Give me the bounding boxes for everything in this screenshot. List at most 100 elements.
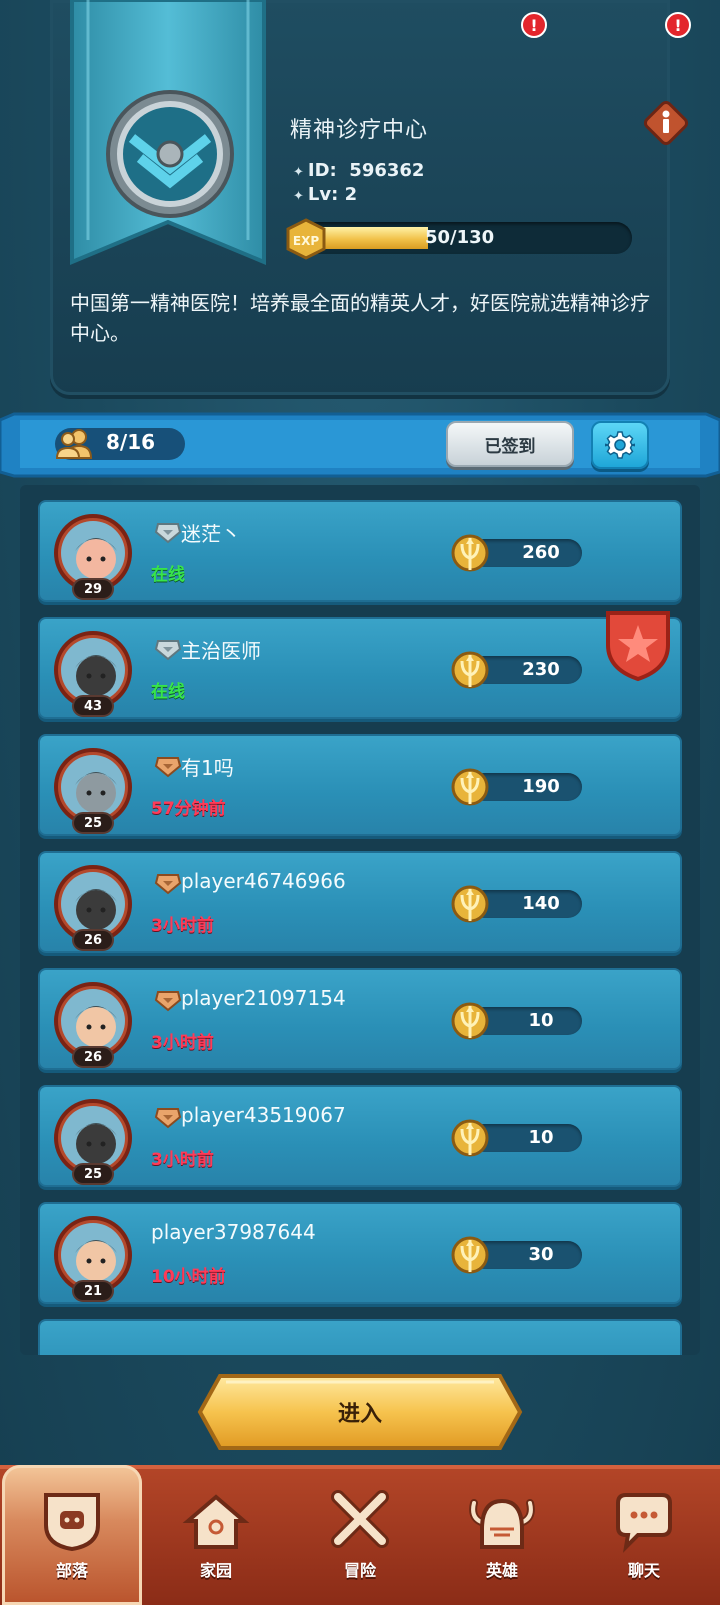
trident-points-icon [451, 885, 489, 923]
exp-label: EXP [293, 234, 319, 248]
rank-icon [154, 1108, 182, 1129]
member-points: 10 [528, 1127, 554, 1148]
member-name: player37987644 [151, 1220, 316, 1244]
tribe-emblem [104, 88, 236, 220]
crossed-swords-icon [331, 1490, 389, 1548]
member-name: player21097154 [181, 986, 346, 1010]
nav-chat-label: 聊天 [627, 1561, 660, 1580]
level-badge: 21 [72, 1280, 114, 1302]
nav-tribe[interactable]: 部落 [2, 1465, 142, 1605]
heroes-alert-badge: ! [521, 12, 547, 38]
diamond-icon: ✦ [293, 165, 304, 180]
member-name: player46746966 [181, 869, 346, 893]
portrait-icon [61, 1106, 125, 1170]
member-points: 260 [522, 542, 560, 563]
member-row[interactable]: 25 有1吗 57分钟前 190 [38, 734, 682, 836]
chat-bubble-icon [616, 1493, 672, 1553]
info-button[interactable] [641, 98, 691, 148]
tribe-id-value: 596362 [349, 160, 425, 181]
trident-points-icon [451, 534, 489, 572]
enter-label: 进入 [337, 1402, 382, 1427]
level-badge: 25 [72, 1163, 114, 1185]
tribe-level-value: 2 [344, 184, 358, 205]
nav-heroes[interactable]: 英雄 [432, 1465, 572, 1605]
exp-text: 50/130 [425, 227, 495, 248]
member-points: 140 [522, 893, 560, 914]
member-row[interactable]: 43 主治医师 在线 230 [38, 611, 682, 719]
level-badge: 43 [72, 695, 114, 717]
tribe-level: ✦ Lv: 2 [293, 184, 357, 205]
member-status: 10小时前 [151, 1267, 226, 1287]
members-icon [55, 424, 93, 462]
member-points: 10 [528, 1010, 554, 1031]
enter-button[interactable]: 进入 [196, 1372, 524, 1452]
sign-in-button[interactable]: 已签到 [446, 421, 574, 467]
home-icon [182, 1494, 250, 1549]
member-name: 有1吗 [181, 756, 234, 780]
tribe-id: ✦ ID: 596362 [293, 160, 424, 181]
nav-chat[interactable]: 聊天 [574, 1465, 714, 1605]
rank-icon [154, 874, 182, 895]
portrait-icon [61, 521, 125, 585]
level-badge: 29 [72, 578, 114, 600]
trident-points-icon [451, 1236, 489, 1274]
portrait-icon [61, 989, 125, 1053]
member-name: player43519067 [181, 1103, 346, 1127]
rank-icon [154, 523, 182, 544]
leader-star-badge [606, 611, 670, 682]
nav-adventure-label: 冒险 [343, 1561, 376, 1580]
rank-icon [154, 991, 182, 1012]
tribe-name: 精神诊疗中心 [290, 118, 429, 143]
trident-points-icon [451, 1119, 489, 1157]
avatar-portrait [61, 989, 125, 1053]
avatar-portrait [61, 1106, 125, 1170]
nav-adventure[interactable]: 冒险 [290, 1465, 430, 1605]
member-points: 230 [522, 659, 560, 680]
nav-tribe-label: 部落 [55, 1561, 88, 1580]
member-row[interactable]: 21 player37987644 10小时前 30 [38, 1202, 682, 1304]
member-status: 在线 [151, 565, 185, 585]
member-row[interactable]: 26 player21097154 3小时前 10 [38, 968, 682, 1070]
nav-home[interactable]: 家园 [146, 1465, 286, 1605]
rank-icon [154, 640, 182, 661]
member-list[interactable]: 29 迷茫丶 在线 260 43 主治医师 在线 230 25 有1吗 57分钟… [36, 500, 684, 1355]
member-row-partial[interactable] [38, 1319, 682, 1355]
tribe-id-label: ID: [307, 160, 337, 181]
trident-points-icon [451, 1002, 489, 1040]
portrait-icon [61, 638, 125, 702]
settings-button[interactable] [591, 421, 649, 469]
member-name: 迷茫丶 [181, 522, 241, 546]
member-row[interactable]: 25 player43519067 3小时前 10 [38, 1085, 682, 1187]
trident-points-icon [451, 768, 489, 806]
avatar-portrait [61, 755, 125, 819]
member-status: 在线 [151, 682, 185, 702]
chat-alert-badge: ! [665, 12, 691, 38]
member-count: 8/16 [106, 430, 156, 454]
level-badge: 25 [72, 812, 114, 834]
portrait-icon [61, 1223, 125, 1287]
member-points: 190 [522, 776, 560, 797]
tribe-level-label: Lv: [307, 184, 339, 205]
diamond-icon: ✦ [293, 189, 304, 204]
member-status: 3小时前 [151, 916, 214, 936]
exp-badge: EXP [285, 218, 327, 260]
level-badge: 26 [72, 929, 114, 951]
tribe-shield-icon [44, 1493, 100, 1552]
portrait-icon [61, 872, 125, 936]
level-badge: 26 [72, 1046, 114, 1068]
avatar-portrait [61, 521, 125, 585]
member-name: 主治医师 [181, 639, 261, 663]
nav-heroes-label: 英雄 [485, 1561, 518, 1580]
avatar-portrait [61, 1223, 125, 1287]
avatar-portrait [61, 872, 125, 936]
member-status: 57分钟前 [151, 799, 226, 819]
rank-icon [154, 757, 182, 778]
portrait-icon [61, 755, 125, 819]
member-status: 3小时前 [151, 1150, 214, 1170]
gear-icon [605, 431, 635, 459]
viking-helmet-icon [469, 1498, 535, 1549]
trident-points-icon [451, 651, 489, 689]
info-icon [643, 100, 689, 146]
member-row[interactable]: 29 迷茫丶 在线 260 [38, 500, 682, 602]
member-row[interactable]: 26 player46746966 3小时前 140 [38, 851, 682, 953]
